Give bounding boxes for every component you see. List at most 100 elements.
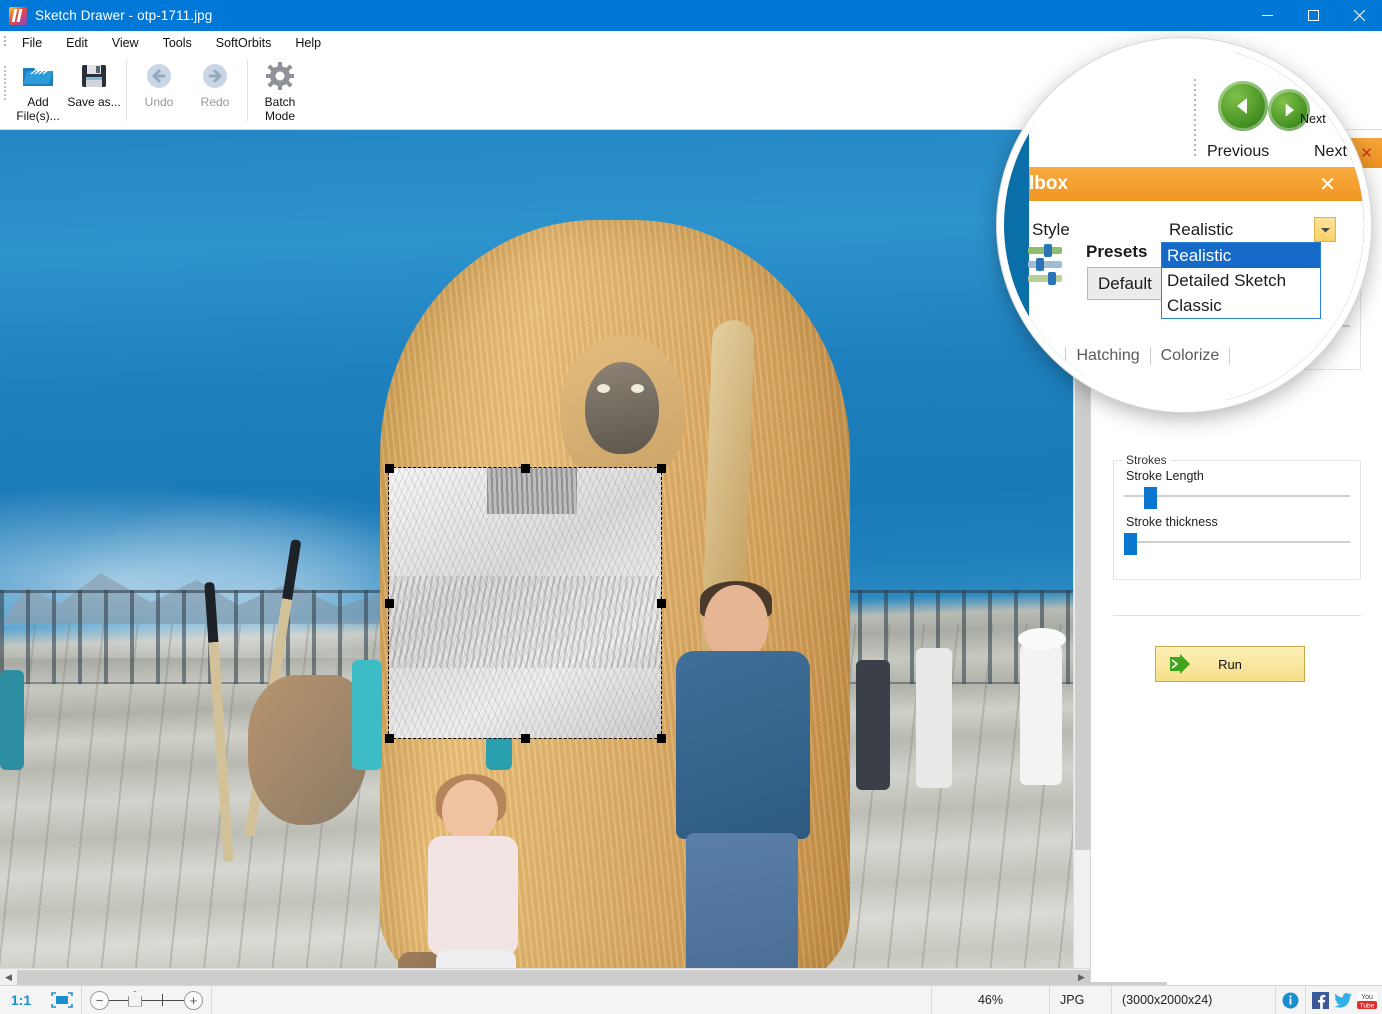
nav-separator-dots (1194, 79, 1196, 159)
enable-checkbox-label[interactable]: Enable (1052, 383, 1102, 401)
undo-button[interactable]: Undo (131, 54, 187, 126)
menu-file[interactable]: File (13, 34, 51, 52)
selection-handle-w[interactable] (385, 599, 394, 608)
maximize-button[interactable] (1290, 0, 1336, 31)
gorilla-hand (248, 675, 368, 825)
redo-button[interactable]: Redo (187, 54, 243, 126)
gorilla-eye-right (631, 384, 644, 393)
selection-handle-ne[interactable] (657, 464, 666, 473)
batch-mode-label: Batch Mode (251, 95, 309, 123)
sketch-bowtie-region (487, 468, 577, 514)
sketch-preview-selection[interactable] (389, 468, 661, 738)
style-label: Style (1032, 220, 1070, 240)
style-option-classic[interactable]: Classic (1162, 293, 1320, 318)
bystander-4 (916, 648, 952, 788)
undo-arrow-icon (144, 59, 174, 93)
girl-head (442, 780, 498, 842)
tab-hatching[interactable]: Hatching (1066, 347, 1150, 365)
toolbar-separator-1 (126, 60, 127, 121)
zoom-slider[interactable]: − + (82, 986, 212, 1014)
selection-handle-e[interactable] (657, 599, 666, 608)
scroll-left-icon[interactable]: ◀ (0, 969, 17, 986)
add-files-button[interactable]: Add File(s)... (10, 54, 66, 126)
zoom-ratio-button[interactable]: 1:1 (0, 986, 42, 1014)
strokes-group: Strokes Stroke Length Stroke thickness (1113, 460, 1361, 580)
menu-tools[interactable]: Tools (154, 34, 201, 52)
effect-tabs: ntour Hatching Colorize (1009, 347, 1230, 365)
style-value: Realistic (1169, 220, 1233, 240)
horizontal-scroll-thumb[interactable] (17, 970, 1167, 985)
sliders-icon (1026, 243, 1068, 289)
sketch-shading-band (389, 576, 661, 668)
girl-person (420, 780, 530, 982)
close-button[interactable] (1336, 0, 1382, 31)
fit-to-screen-button[interactable] (42, 986, 82, 1014)
window-title: Sketch Drawer - otp-1711.jpg (35, 8, 212, 23)
magnified-panel-close-icon[interactable]: ✕ (1319, 172, 1336, 197)
selection-handle-s[interactable] (521, 734, 530, 743)
menu-edit[interactable]: Edit (57, 34, 97, 52)
stroke-length-track (1124, 495, 1350, 497)
man-head (704, 585, 768, 661)
style-dropdown-button[interactable] (1314, 217, 1336, 242)
style-dropdown-list[interactable]: Realistic Detailed Sketch Classic (1161, 242, 1321, 319)
panel-divider (1113, 615, 1361, 616)
gorilla-eye-left (597, 384, 610, 393)
stroke-length-thumb[interactable] (1144, 487, 1157, 509)
canvas-horizontal-scrollbar[interactable]: ◀ ▶ (0, 968, 1090, 985)
selection-handle-n[interactable] (521, 464, 530, 473)
man-shirt (676, 651, 810, 839)
previous-button[interactable] (1218, 81, 1268, 131)
info-icon (1282, 992, 1299, 1009)
girl-top (428, 836, 518, 956)
green-left-arrow-icon (1231, 94, 1255, 118)
zoom-slider-track (108, 1000, 185, 1001)
redo-label: Redo (186, 95, 244, 109)
stroke-thickness-thumb[interactable] (1124, 533, 1137, 555)
status-spacer (212, 986, 932, 1014)
selection-handle-se[interactable] (657, 734, 666, 743)
selection-handle-nw[interactable] (385, 464, 394, 473)
app-icon (9, 7, 27, 25)
zoom-in-button[interactable]: + (184, 991, 203, 1010)
bystander-6 (0, 670, 24, 770)
run-button[interactable]: Run (1155, 646, 1305, 682)
style-option-realistic[interactable]: Realistic (1162, 243, 1320, 268)
info-button[interactable] (1276, 986, 1306, 1014)
zoom-percent-value: 46% (932, 986, 1050, 1014)
toolbar-grip (0, 54, 10, 130)
selection-handle-sw[interactable] (385, 734, 394, 743)
image-canvas[interactable] (0, 130, 1090, 982)
zoom-slider-tick (162, 994, 163, 1006)
add-files-label: Add File(s)... (9, 95, 67, 123)
menu-softorbits[interactable]: SoftOrbits (207, 34, 281, 52)
save-as-button[interactable]: Save as... (66, 54, 122, 126)
green-play-arrow-icon (1168, 653, 1198, 675)
style-option-detailed-sketch[interactable]: Detailed Sketch (1162, 268, 1320, 293)
title-bar: Sketch Drawer - otp-1711.jpg (0, 0, 1382, 31)
batch-mode-button[interactable]: Batch Mode (252, 54, 308, 126)
man-jeans (686, 833, 798, 982)
run-button-label: Run (1218, 657, 1242, 672)
magnified-panel-title: lbox (1029, 173, 1068, 195)
stroke-thickness-slider[interactable] (1124, 533, 1350, 551)
minimize-button[interactable] (1244, 0, 1290, 31)
toolbar-separator-2 (247, 60, 248, 121)
magnified-navigation: Previous Next (1194, 59, 1371, 175)
menu-view[interactable]: View (103, 34, 148, 52)
scroll-right-icon[interactable]: ▶ (1073, 969, 1090, 986)
zoom-slider-thumb[interactable] (128, 991, 142, 1007)
magnifier-loupe: Previous Next lbox ✕ Style Realistic (997, 38, 1371, 412)
twitter-icon[interactable] (1334, 993, 1352, 1008)
zoom-out-button[interactable]: − (90, 991, 109, 1010)
facebook-icon[interactable] (1312, 992, 1329, 1009)
menu-help[interactable]: Help (286, 34, 330, 52)
menu-grip (0, 31, 10, 54)
youtube-icon[interactable]: You Tube (1357, 992, 1377, 1009)
tab-colorize[interactable]: Colorize (1151, 347, 1231, 365)
chevron-down-icon (1320, 226, 1331, 234)
stroke-length-slider[interactable] (1124, 487, 1350, 505)
tab-contour[interactable]: ntour (1009, 347, 1066, 365)
open-folder-icon (21, 59, 55, 93)
file-format-value: JPG (1050, 986, 1112, 1014)
